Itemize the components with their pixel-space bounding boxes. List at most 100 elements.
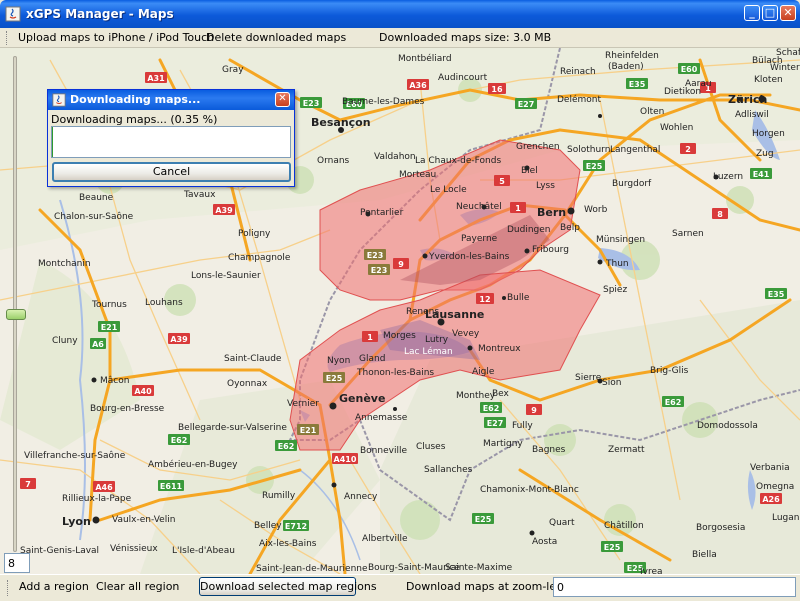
svg-text:Bex: Bex (492, 389, 510, 399)
svg-text:E21: E21 (300, 426, 317, 435)
bottom-toolbar: Add a region Clear all region Download s… (0, 574, 800, 601)
svg-text:(Baden): (Baden) (608, 62, 644, 72)
svg-text:Aigle: Aigle (472, 367, 495, 377)
svg-text:Sarnen: Sarnen (672, 229, 704, 239)
svg-text:Zürich: Zürich (728, 93, 767, 106)
svg-text:Lons-le-Saunier: Lons-le-Saunier (191, 271, 261, 281)
svg-text:Gray: Gray (222, 65, 244, 75)
svg-text:Münsingen: Münsingen (596, 235, 645, 245)
svg-text:Winterthur: Winterthur (770, 63, 800, 73)
svg-text:E23: E23 (303, 99, 320, 108)
toolbar-grip[interactable] (6, 31, 9, 45)
dialog-close-button[interactable]: ✕ (275, 92, 290, 107)
svg-text:Payerne: Payerne (461, 234, 498, 244)
svg-text:Cluny: Cluny (52, 336, 78, 346)
svg-text:Wohlen: Wohlen (660, 123, 693, 133)
svg-text:E21: E21 (101, 323, 118, 332)
svg-text:Quart: Quart (549, 518, 575, 528)
svg-text:E62: E62 (278, 442, 295, 451)
svg-text:Sallanches: Sallanches (424, 465, 473, 475)
svg-text:Grenchen: Grenchen (516, 142, 560, 152)
java-app-icon (52, 93, 66, 107)
svg-text:Beaune: Beaune (79, 193, 114, 203)
svg-text:Besançon: Besançon (311, 116, 371, 129)
clear-region-button[interactable]: Clear all region (96, 580, 179, 593)
svg-text:Tournus: Tournus (91, 300, 127, 310)
svg-text:Audincourt: Audincourt (438, 73, 488, 83)
zoom-slider-thumb[interactable] (6, 309, 26, 320)
svg-text:Verbania: Verbania (750, 463, 790, 473)
svg-text:Schaffhausen: Schaffhausen (776, 48, 800, 58)
window-title: xGPS Manager - Maps (26, 7, 174, 21)
dialog-message: Downloading maps... (0.35 %) (51, 113, 218, 126)
svg-text:Yverdon-les-Bains: Yverdon-les-Bains (428, 252, 510, 262)
svg-text:Fully: Fully (512, 421, 533, 431)
svg-text:La Chaux-de-Fonds: La Chaux-de-Fonds (415, 156, 501, 166)
svg-text:Oyonnax: Oyonnax (227, 379, 268, 389)
svg-text:Omegna: Omegna (756, 482, 794, 492)
svg-text:Bourg-en-Bresse: Bourg-en-Bresse (90, 404, 165, 414)
svg-text:Bourg-Saint-Maurice: Bourg-Saint-Maurice (368, 563, 460, 573)
svg-text:Dudingen: Dudingen (507, 225, 551, 235)
svg-text:Fribourg: Fribourg (532, 245, 569, 255)
svg-text:Montreux: Montreux (478, 344, 521, 354)
svg-text:A40: A40 (134, 387, 152, 396)
svg-text:8: 8 (717, 210, 723, 219)
zoom-level-input[interactable]: 0 (553, 577, 796, 597)
java-app-icon (5, 6, 21, 22)
svg-text:9: 9 (531, 406, 537, 415)
svg-text:16: 16 (491, 85, 503, 94)
minimize-button[interactable]: _ (744, 5, 760, 21)
svg-text:Montbéliard: Montbéliard (398, 53, 452, 64)
title-bar: xGPS Manager - Maps _ □ ✕ (0, 0, 800, 28)
maximize-button[interactable]: □ (762, 5, 778, 21)
svg-text:Borgosesia: Borgosesia (696, 523, 745, 533)
cancel-button[interactable]: Cancel (52, 162, 291, 182)
svg-text:Domodossola: Domodossola (697, 421, 758, 431)
svg-text:E60: E60 (681, 65, 698, 74)
svg-text:Saint-Claude: Saint-Claude (224, 354, 282, 364)
svg-text:Neuchâtel: Neuchâtel (456, 202, 502, 212)
upload-maps-button[interactable]: Upload maps to iPhone / iPod Touch (18, 31, 214, 44)
bottom-toolbar-grip[interactable] (7, 580, 10, 596)
svg-text:Biel: Biel (521, 166, 538, 176)
svg-text:7: 7 (25, 480, 31, 489)
svg-text:Ornans: Ornans (317, 156, 350, 166)
svg-text:Bellegarde-sur-Valserine: Bellegarde-sur-Valserine (178, 423, 287, 433)
svg-text:L'Isle-d'Abeau: L'Isle-d'Abeau (172, 546, 235, 556)
svg-text:2: 2 (685, 145, 691, 154)
close-button[interactable]: ✕ (780, 5, 796, 21)
svg-text:Worb: Worb (584, 205, 608, 215)
zoom-slider-track[interactable] (13, 56, 17, 552)
download-regions-button[interactable]: Download selected map regions (199, 577, 377, 596)
svg-text:Solothurn: Solothurn (567, 145, 610, 155)
svg-text:Le Locle: Le Locle (430, 185, 467, 195)
svg-text:Lyon: Lyon (62, 515, 91, 528)
svg-text:Reinach: Reinach (560, 67, 596, 77)
svg-text:Annemasse: Annemasse (355, 413, 408, 423)
svg-text:Thun: Thun (605, 259, 629, 269)
svg-text:Delémont: Delémont (557, 94, 601, 105)
svg-text:Valdahon: Valdahon (374, 152, 416, 162)
svg-text:Champagnole: Champagnole (228, 253, 291, 263)
svg-text:Genève: Genève (339, 392, 385, 405)
svg-text:Sierre: Sierre (575, 373, 602, 383)
dialog-title: Downloading maps... (70, 93, 201, 106)
zoom-level-field[interactable]: 8 (4, 553, 30, 573)
svg-text:E41: E41 (753, 170, 770, 179)
svg-text:Baume-les-Dames: Baume-les-Dames (342, 97, 425, 107)
svg-text:Luzern: Luzern (713, 172, 743, 182)
svg-text:A410: A410 (334, 455, 357, 464)
delete-maps-button[interactable]: Delete downloaded maps (206, 31, 346, 44)
svg-text:Brig-Glis: Brig-Glis (650, 366, 689, 376)
svg-text:Rillieux-la-Pape: Rillieux-la-Pape (62, 494, 132, 504)
toolbar: Upload maps to iPhone / iPod Touch Delet… (0, 28, 800, 48)
svg-text:Zermatt: Zermatt (608, 445, 645, 455)
svg-text:Chalon-sur-Saône: Chalon-sur-Saône (54, 211, 134, 222)
dialog-title-bar[interactable]: Downloading maps... ✕ (48, 90, 294, 110)
svg-text:E25: E25 (604, 543, 621, 552)
svg-text:Pontarlier: Pontarlier (360, 208, 404, 218)
svg-text:Nyon: Nyon (327, 356, 350, 366)
add-region-button[interactable]: Add a region (19, 580, 89, 593)
svg-text:Ambérieu-en-Bugey: Ambérieu-en-Bugey (148, 459, 238, 470)
